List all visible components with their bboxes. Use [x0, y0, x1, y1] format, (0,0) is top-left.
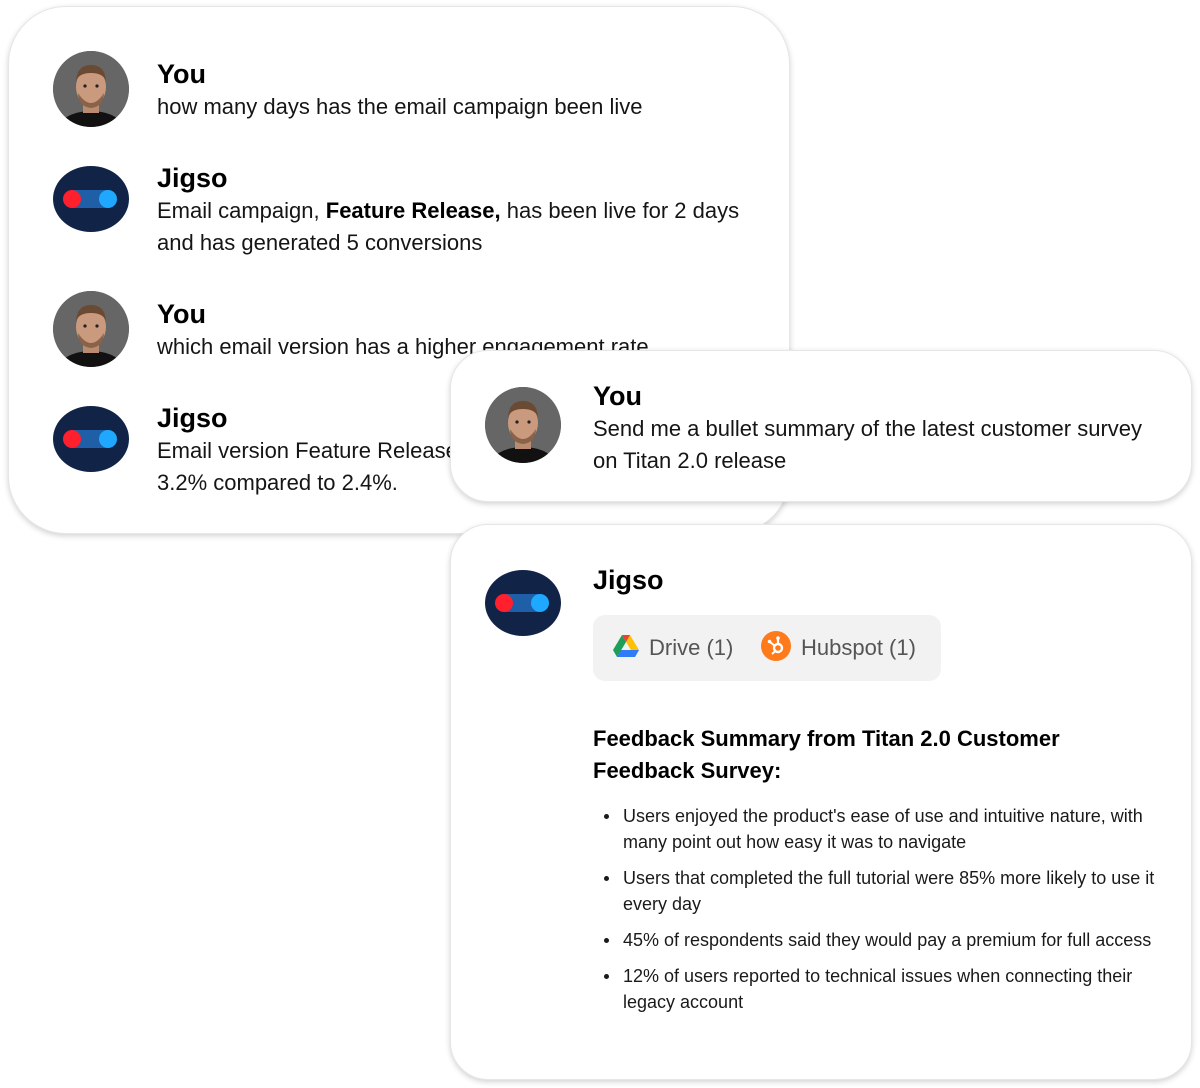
source-chip-drive[interactable]: Drive (1) [613, 615, 733, 681]
message-text: Email campaign, Feature Release, has bee… [157, 198, 740, 223]
message-text: Email version Feature Release [157, 438, 458, 463]
list-item: 45% of respondents said they would pay a… [604, 927, 1183, 953]
sender-name: You [593, 381, 642, 411]
source-label: Drive (1) [649, 635, 734, 660]
message-text: Send me a bullet summary of the latest c… [593, 416, 1143, 441]
hubspot-icon [761, 630, 791, 666]
list-item: Users that completed the full tutorial w… [604, 865, 1183, 917]
campaign-name: Feature Release, [325, 198, 501, 223]
jigso-avatar-icon [52, 165, 130, 233]
answer-card: Jigso Drive (1) Hubspot (1) Feedback Sum… [450, 524, 1192, 1080]
jigso-avatar-icon [52, 405, 130, 473]
source-chip-hubspot[interactable]: Hubspot (1) [761, 615, 916, 681]
message-text: and has generated 5 conversions [157, 230, 483, 255]
user-avatar [53, 291, 129, 367]
sender-name: You [157, 299, 206, 329]
sender-name: Jigso [157, 163, 228, 193]
sender-name: Jigso [157, 403, 228, 433]
list-item: 12% of users reported to technical issue… [604, 963, 1183, 1015]
message-text: 3.2% compared to 2.4%. [157, 470, 398, 495]
sender-name: You [157, 59, 206, 89]
source-label: Hubspot (1) [801, 635, 916, 660]
summary-list: Users enjoyed the product's ease of use … [593, 803, 1183, 1025]
summary-title: Feedback Summary from Titan 2.0 Customer… [593, 726, 1060, 783]
message-text: on Titan 2.0 release [593, 448, 787, 473]
google-drive-icon [613, 634, 639, 663]
sender-name: Jigso [593, 565, 664, 595]
user-avatar [53, 51, 129, 127]
sources-bar: Drive (1) Hubspot (1) [593, 615, 941, 681]
message-text: how many days has the email campaign bee… [157, 94, 643, 119]
jigso-avatar-icon [484, 569, 562, 637]
question-card: You Send me a bullet summary of the late… [450, 350, 1192, 502]
list-item: Users enjoyed the product's ease of use … [604, 803, 1183, 855]
user-avatar [485, 387, 561, 463]
